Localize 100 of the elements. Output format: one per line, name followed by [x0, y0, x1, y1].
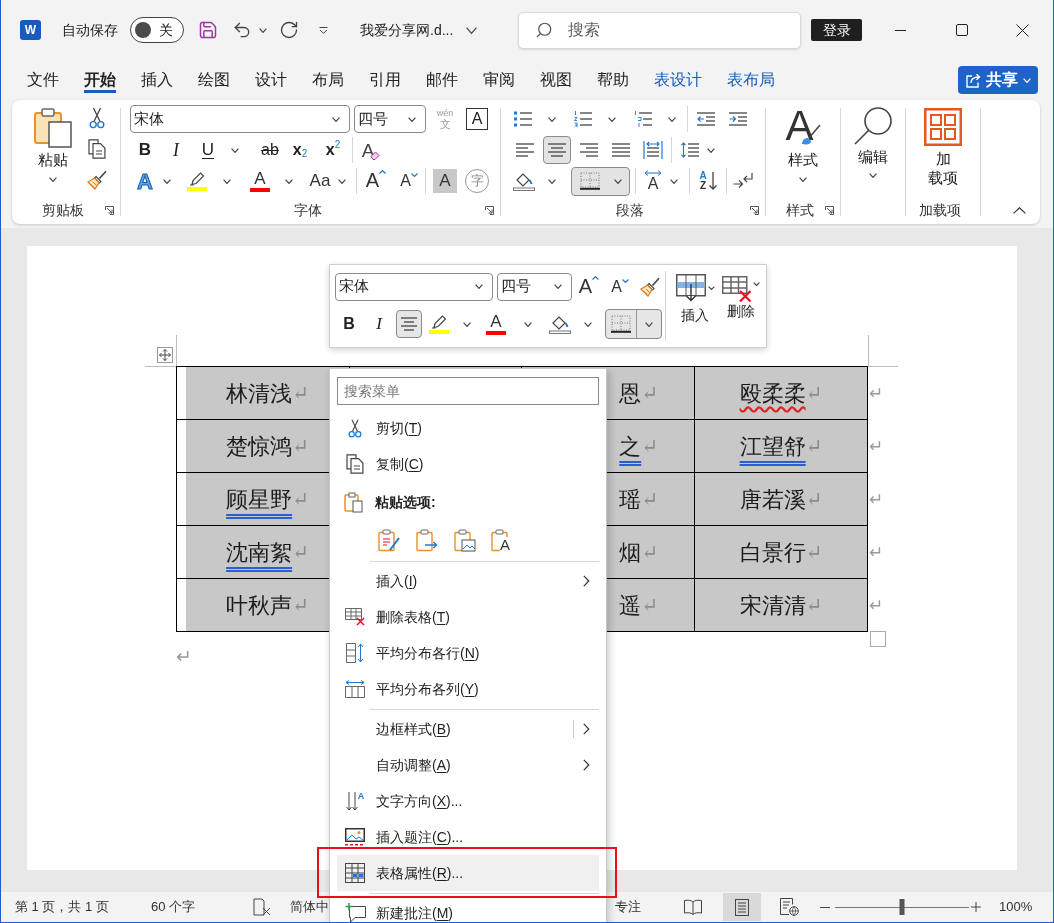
text-direction-button[interactable]: A: [640, 167, 666, 195]
italic-button[interactable]: I: [366, 310, 392, 338]
file-name-button[interactable]: 我爱分享网.d...: [360, 19, 491, 41]
focus-mode-button[interactable]: 专注: [615, 895, 641, 919]
bold-button[interactable]: B: [336, 310, 362, 338]
format-painter-icon: [87, 170, 107, 190]
shrink-font-button[interactable]: A: [608, 273, 632, 300]
caret-icon: [548, 116, 556, 122]
clipboard-icon: [491, 529, 508, 552]
font-color-button[interactable]: A: [245, 167, 275, 195]
ribbon-tab[interactable]: 引用: [369, 67, 401, 93]
paste-option-button[interactable]: A: [491, 527, 515, 554]
zoom-level: 100%: [999, 898, 1033, 917]
dialog-launcher[interactable]: [485, 205, 494, 215]
format-painter-icon: [640, 276, 660, 297]
styles-button[interactable]: A 样式: [774, 106, 832, 192]
font-name-combo[interactable]: 宋体: [335, 272, 493, 301]
ribbon-tab[interactable]: 帮助: [597, 67, 629, 93]
character-border-button[interactable]: A: [466, 108, 488, 130]
sign-in-button[interactable]: 登录: [811, 19, 862, 41]
ribbon-tab[interactable]: 审阅: [483, 67, 515, 93]
ribbon-tab[interactable]: 邮件: [426, 67, 458, 93]
print-layout-button[interactable]: [723, 893, 761, 921]
borders-icon: [611, 315, 631, 333]
ribbon-tab[interactable]: 布局: [312, 67, 344, 93]
font-name-combo[interactable]: 宋体: [130, 105, 350, 133]
group-label: 加载项: [919, 200, 961, 220]
menu-item[interactable]: 插入题注(C)...: [337, 819, 599, 855]
italic-button[interactable]: I: [161, 136, 191, 164]
menu-item[interactable]: 平均分布各列(Y): [337, 671, 599, 707]
menu-item[interactable]: 边框样式(B): [337, 711, 599, 747]
insert-table-button[interactable]: 插入: [673, 265, 717, 347]
borders-button[interactable]: [605, 309, 662, 339]
maximize-icon: [955, 24, 968, 36]
addins-button[interactable]: 加 载项: [918, 108, 968, 190]
character-shading-button[interactable]: A: [433, 169, 457, 193]
menu-item[interactable]: 表格属性(R)...: [337, 855, 599, 891]
delete-table-button[interactable]: 删除: [720, 265, 762, 347]
bullet-list-icon: [514, 111, 532, 127]
menu-item[interactable]: 自动调整(A): [337, 747, 599, 783]
table-cell: 殴柔柔↵: [695, 367, 868, 420]
ribbon-tab[interactable]: 绘图: [198, 67, 230, 93]
collapse-ribbon-button[interactable]: [1013, 207, 1026, 214]
minus-icon: [820, 906, 830, 908]
ribbon-tab[interactable]: 表布局: [727, 67, 775, 93]
font-color-button[interactable]: A: [483, 310, 509, 338]
change-case-button[interactable]: Aa: [305, 167, 335, 195]
menu-search-field[interactable]: 搜索菜单: [337, 377, 599, 405]
ribbon-tab[interactable]: 开始: [84, 67, 116, 93]
dialog-launcher[interactable]: [825, 205, 834, 215]
search-field[interactable]: 搜索: [518, 11, 801, 49]
bold-button[interactable]: B: [130, 136, 160, 164]
ribbon-tab[interactable]: 设计: [255, 67, 287, 93]
dialog-launcher[interactable]: [105, 205, 114, 215]
menu-item[interactable]: A 文字方向(X)...: [337, 783, 599, 819]
paste-option-button[interactable]: [453, 527, 477, 554]
move-arrows-icon: [159, 349, 171, 361]
group-label: 样式: [786, 200, 814, 220]
table-resize-handle[interactable]: [870, 631, 886, 647]
increase-indent-icon: [729, 112, 747, 126]
menu-item[interactable]: 平均分布各行(N): [337, 635, 599, 671]
zoom-slider[interactable]: [835, 899, 969, 915]
copy-button[interactable]: [86, 136, 108, 162]
save-button[interactable]: [198, 20, 218, 40]
copy-icon: [88, 139, 106, 159]
caret-up-icon: [379, 170, 387, 174]
share-button[interactable]: 共享: [958, 66, 1038, 94]
dialog-launcher[interactable]: [750, 205, 759, 215]
editing-button[interactable]: 编辑: [848, 106, 898, 186]
sort-button[interactable]: A Z: [694, 167, 722, 195]
underline-button[interactable]: U: [193, 136, 223, 164]
customize-icon: [319, 26, 328, 34]
grow-font-button[interactable]: A: [576, 273, 602, 300]
font-size-combo[interactable]: 四号: [354, 105, 426, 133]
zoom-slider-thumb[interactable]: [899, 899, 905, 915]
undo-button[interactable]: [232, 20, 252, 40]
ribbon-tab[interactable]: 表设计: [654, 67, 702, 93]
menu-item[interactable]: 新建批注(M): [337, 895, 599, 922]
caret-icon: [554, 284, 562, 289]
redo-button[interactable]: [279, 20, 299, 40]
shrink-font-button[interactable]: A: [397, 167, 421, 195]
paste-option-button[interactable]: [377, 527, 401, 554]
strikethrough-button[interactable]: ab: [255, 136, 285, 164]
caret-icon: [869, 173, 877, 178]
font-size-combo[interactable]: 四号: [497, 272, 572, 301]
row-end-mark: ↵: [869, 435, 883, 458]
autosave-toggle[interactable]: 关: [130, 17, 184, 43]
chevron-right-icon: [583, 759, 590, 771]
clipboard-icon: [344, 491, 363, 513]
align-center-button[interactable]: [396, 310, 422, 338]
grow-font-button[interactable]: A: [364, 167, 388, 195]
caret-down-icon: [410, 173, 418, 177]
ribbon-tab[interactable]: 插入: [141, 67, 173, 93]
paste-option-button[interactable]: [415, 527, 439, 554]
borders-button[interactable]: [571, 166, 630, 196]
ribbon-tab[interactable]: 视图: [540, 67, 572, 93]
paste-button[interactable]: 粘贴: [30, 104, 76, 192]
ribbon-tab[interactable]: 文件: [27, 67, 59, 93]
table-move-handle[interactable]: [157, 347, 173, 363]
align-center-button[interactable]: [543, 136, 571, 164]
